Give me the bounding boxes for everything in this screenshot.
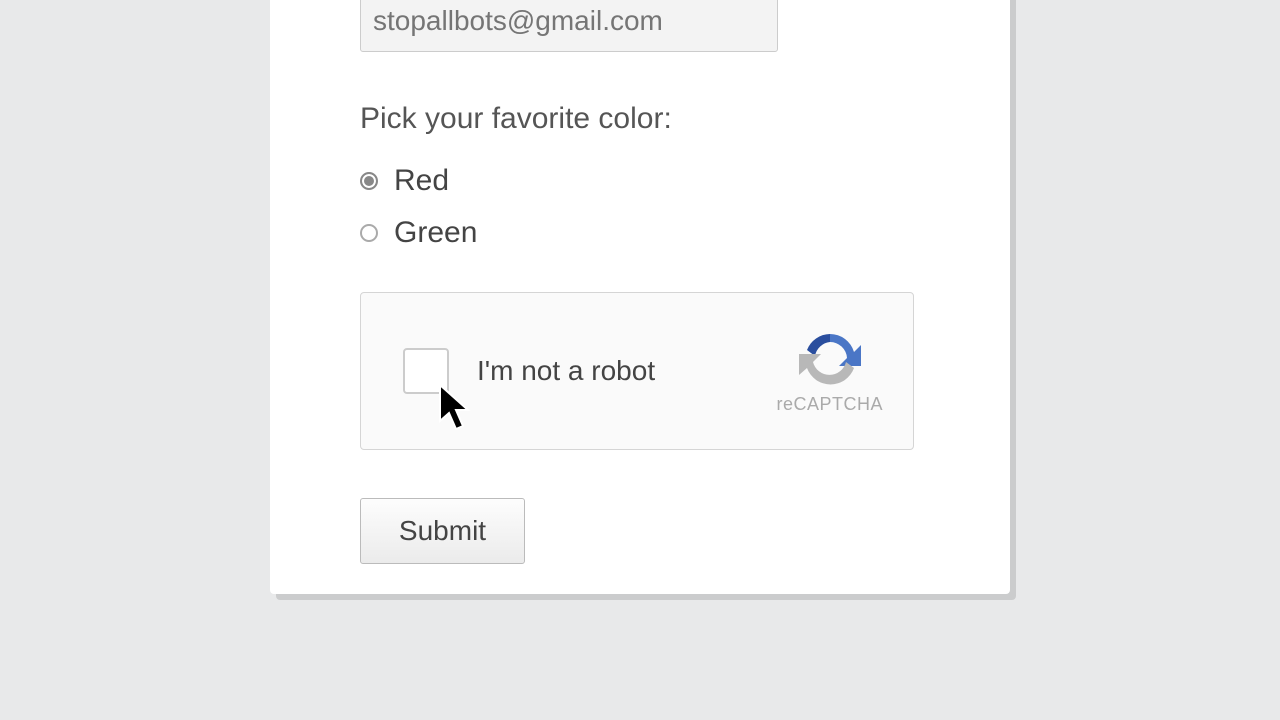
radio-red[interactable] xyxy=(360,172,378,190)
email-input[interactable] xyxy=(360,0,778,52)
recaptcha-logo-block: reCAPTCHA xyxy=(776,328,883,415)
recaptcha-label: I'm not a robot xyxy=(477,355,776,387)
submit-button[interactable]: Submit xyxy=(360,498,525,564)
radio-green[interactable] xyxy=(360,224,378,242)
recaptcha-widget: I'm not a robot reCAPTCHA xyxy=(360,292,914,450)
radio-option-red[interactable]: Red xyxy=(360,164,920,198)
color-question-label: Pick your favorite color: xyxy=(360,102,920,136)
radio-option-green[interactable]: Green xyxy=(360,216,920,250)
recaptcha-logo-icon xyxy=(795,328,865,390)
radio-label-red: Red xyxy=(394,164,449,198)
recaptcha-checkbox[interactable] xyxy=(403,348,449,394)
form-card: Pick your favorite color: Red Green I'm … xyxy=(270,0,1010,594)
recaptcha-brand-text: reCAPTCHA xyxy=(776,394,883,415)
radio-label-green: Green xyxy=(394,216,477,250)
